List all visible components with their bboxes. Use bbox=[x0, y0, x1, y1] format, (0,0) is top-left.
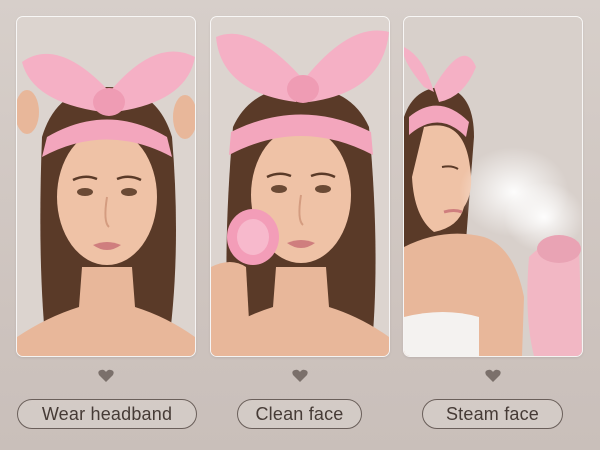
steps-infographic: Wear headband Clean face Steam face bbox=[0, 0, 600, 450]
woman-wearing-headband-photo bbox=[17, 17, 195, 356]
woman-cleaning-face-photo bbox=[211, 17, 389, 356]
step-label-steam-face: Steam face bbox=[422, 399, 563, 429]
step-label-clean-face: Clean face bbox=[237, 399, 362, 429]
heart-icon bbox=[485, 369, 501, 382]
woman-steaming-face-photo bbox=[404, 17, 582, 356]
heart-icon bbox=[98, 369, 114, 382]
heart-icon bbox=[292, 369, 308, 382]
step-photo-wear-headband bbox=[17, 17, 195, 356]
step-label-wear-headband: Wear headband bbox=[17, 399, 197, 429]
step-label-text: Wear headband bbox=[41, 403, 173, 424]
step-photo-steam-face bbox=[404, 17, 582, 356]
step-photo-clean-face bbox=[211, 17, 389, 356]
step-label-text: Steam face bbox=[445, 403, 540, 424]
step-label-text: Clean face bbox=[255, 403, 344, 424]
